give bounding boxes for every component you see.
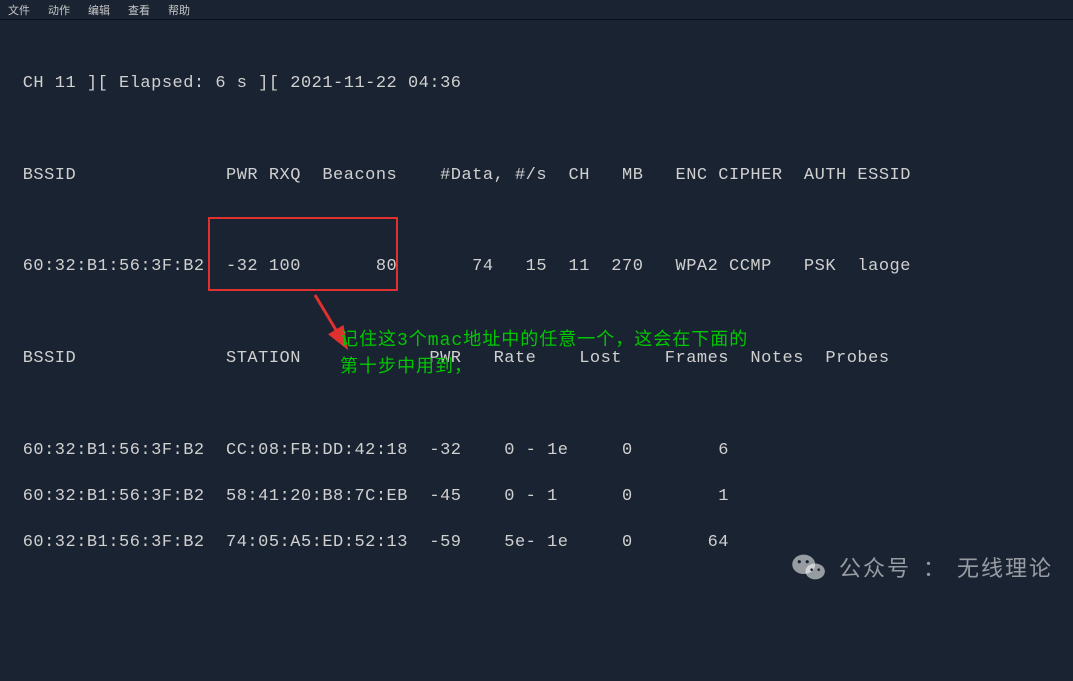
annotation-text: 记住这3个mac地址中的任意一个，这会在下面的 第十步中用到， xyxy=(340,328,748,382)
watermark-label: 公众号 xyxy=(839,551,911,583)
watermark-sep: ： xyxy=(923,551,945,583)
wechat-icon xyxy=(791,552,827,582)
sta-row-2: 60:32:B1:56:3F:B2 58:41:20:B8:7C:EB -45 … xyxy=(12,486,1061,509)
menu-help[interactable]: 帮助 xyxy=(168,2,190,17)
blank-line xyxy=(12,119,1061,142)
sta-row-1: 60:32:B1:56:3F:B2 CC:08:FB:DD:42:18 -32 … xyxy=(12,440,1061,463)
status-line: CH 11 ][ Elapsed: 6 s ][ 2021-11-22 04:3… xyxy=(12,73,1061,96)
watermark: 公众号 ： 无线理论 xyxy=(791,551,1053,583)
menu-action[interactable]: 动作 xyxy=(48,2,70,17)
blank-line xyxy=(12,302,1061,325)
ap-row: 60:32:B1:56:3F:B2 -32 100 80 74 15 11 27… xyxy=(12,256,1061,279)
menu-file[interactable]: 文件 xyxy=(8,2,30,17)
annotation-line-2: 第十步中用到， xyxy=(340,355,748,382)
annotation-line-1: 记住这3个mac地址中的任意一个，这会在下面的 xyxy=(340,328,748,355)
menu-view[interactable]: 查看 xyxy=(128,2,150,17)
blank-line xyxy=(12,211,1061,234)
menubar: 文件 动作 编辑 查看 帮助 xyxy=(0,0,1073,20)
menu-edit[interactable]: 编辑 xyxy=(88,2,110,17)
blank-line xyxy=(12,394,1061,417)
watermark-name: 无线理论 xyxy=(957,551,1053,583)
ap-header: BSSID PWR RXQ Beacons #Data, #/s CH MB E… xyxy=(12,165,1061,188)
